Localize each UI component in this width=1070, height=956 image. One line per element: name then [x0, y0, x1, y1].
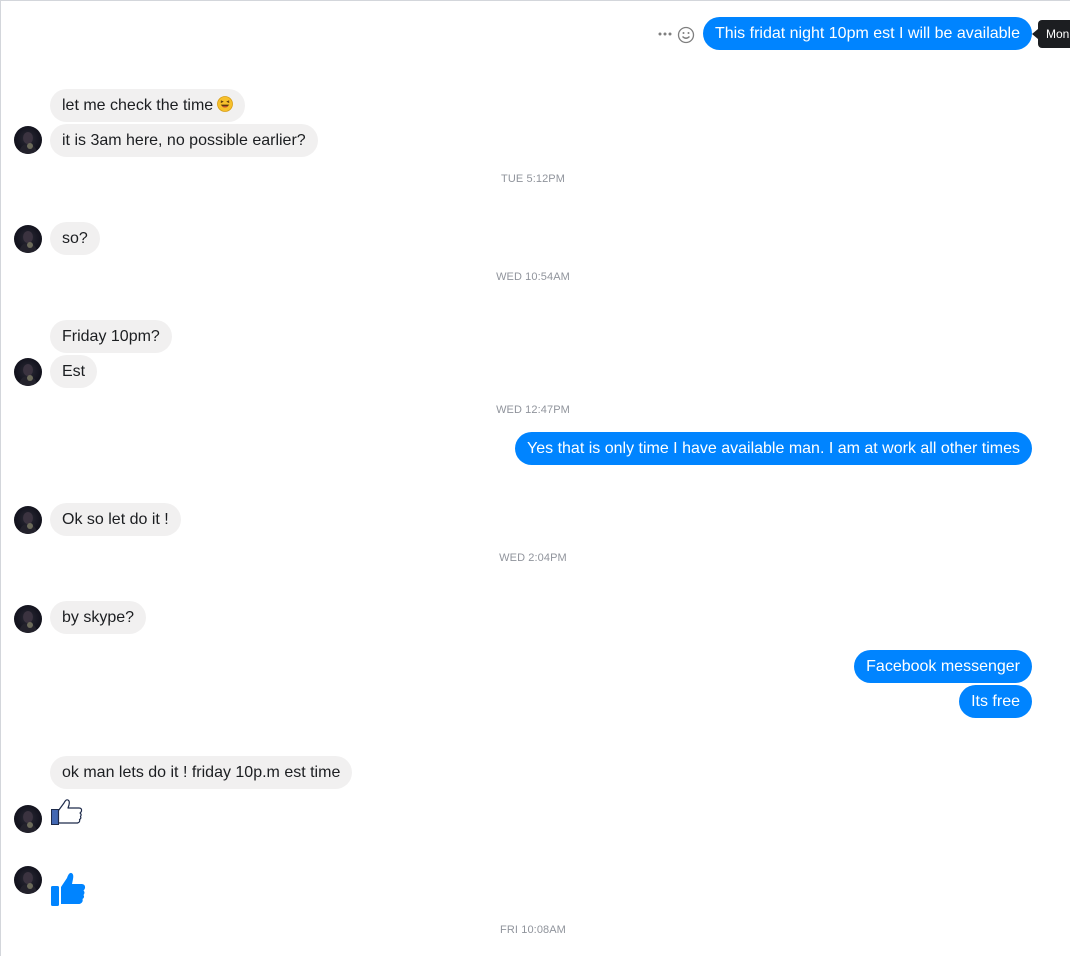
avatar-image	[19, 872, 37, 894]
timestamp-divider: WED 12:47PM	[496, 404, 570, 416]
contact-avatar[interactable]	[14, 225, 42, 253]
outgoing-message[interactable]: This fridat night 10pm est I will be ava…	[702, 17, 1032, 50]
message-text: let me check the time	[62, 97, 214, 114]
avatar-image	[19, 512, 37, 534]
incoming-message[interactable]: Friday 10pm?	[50, 320, 172, 353]
timestamp-divider: TUE 5:12PM	[501, 173, 565, 185]
outgoing-message[interactable]: Its free	[959, 685, 1032, 718]
outgoing-message[interactable]: Yes that is only time I have available m…	[515, 432, 1032, 465]
contact-avatar[interactable]	[14, 126, 42, 154]
laughing-emoji-icon	[217, 96, 234, 112]
contact-avatar[interactable]	[14, 605, 42, 633]
smiley-react-icon[interactable]	[677, 26, 695, 44]
thumbs-up-outline-icon[interactable]	[50, 797, 84, 827]
incoming-message[interactable]: let me check the time	[50, 89, 246, 122]
avatar-image	[19, 611, 37, 633]
contact-avatar[interactable]	[14, 805, 42, 833]
avatar-image	[19, 231, 37, 253]
timestamp-tooltip: Mon	[1038, 20, 1070, 48]
incoming-message[interactable]: so?	[50, 222, 100, 255]
incoming-message[interactable]: ok man lets do it ! friday 10p.m est tim…	[50, 756, 353, 789]
contact-avatar[interactable]	[14, 866, 42, 894]
incoming-message[interactable]: Ok so let do it !	[50, 503, 181, 536]
avatar-image	[19, 364, 37, 386]
avatar-image	[19, 811, 37, 833]
timestamp-divider: FRI 10:08AM	[500, 924, 566, 936]
incoming-message[interactable]: Est	[50, 355, 98, 388]
timestamp-divider: WED 10:54AM	[496, 271, 570, 283]
outgoing-message[interactable]: Facebook messenger	[854, 650, 1032, 683]
timestamp-divider: WED 2:04PM	[499, 552, 567, 564]
avatar-image	[19, 132, 37, 154]
more-options-icon[interactable]	[657, 26, 673, 42]
contact-avatar[interactable]	[14, 506, 42, 534]
incoming-message[interactable]: by skype?	[50, 601, 147, 634]
incoming-message[interactable]: it is 3am here, no possible earlier?	[50, 124, 318, 157]
thumbs-up-filled-icon[interactable]	[50, 870, 86, 908]
message-thread: This fridat night 10pm est I will be ava…	[0, 0, 1070, 956]
contact-avatar[interactable]	[14, 358, 42, 386]
